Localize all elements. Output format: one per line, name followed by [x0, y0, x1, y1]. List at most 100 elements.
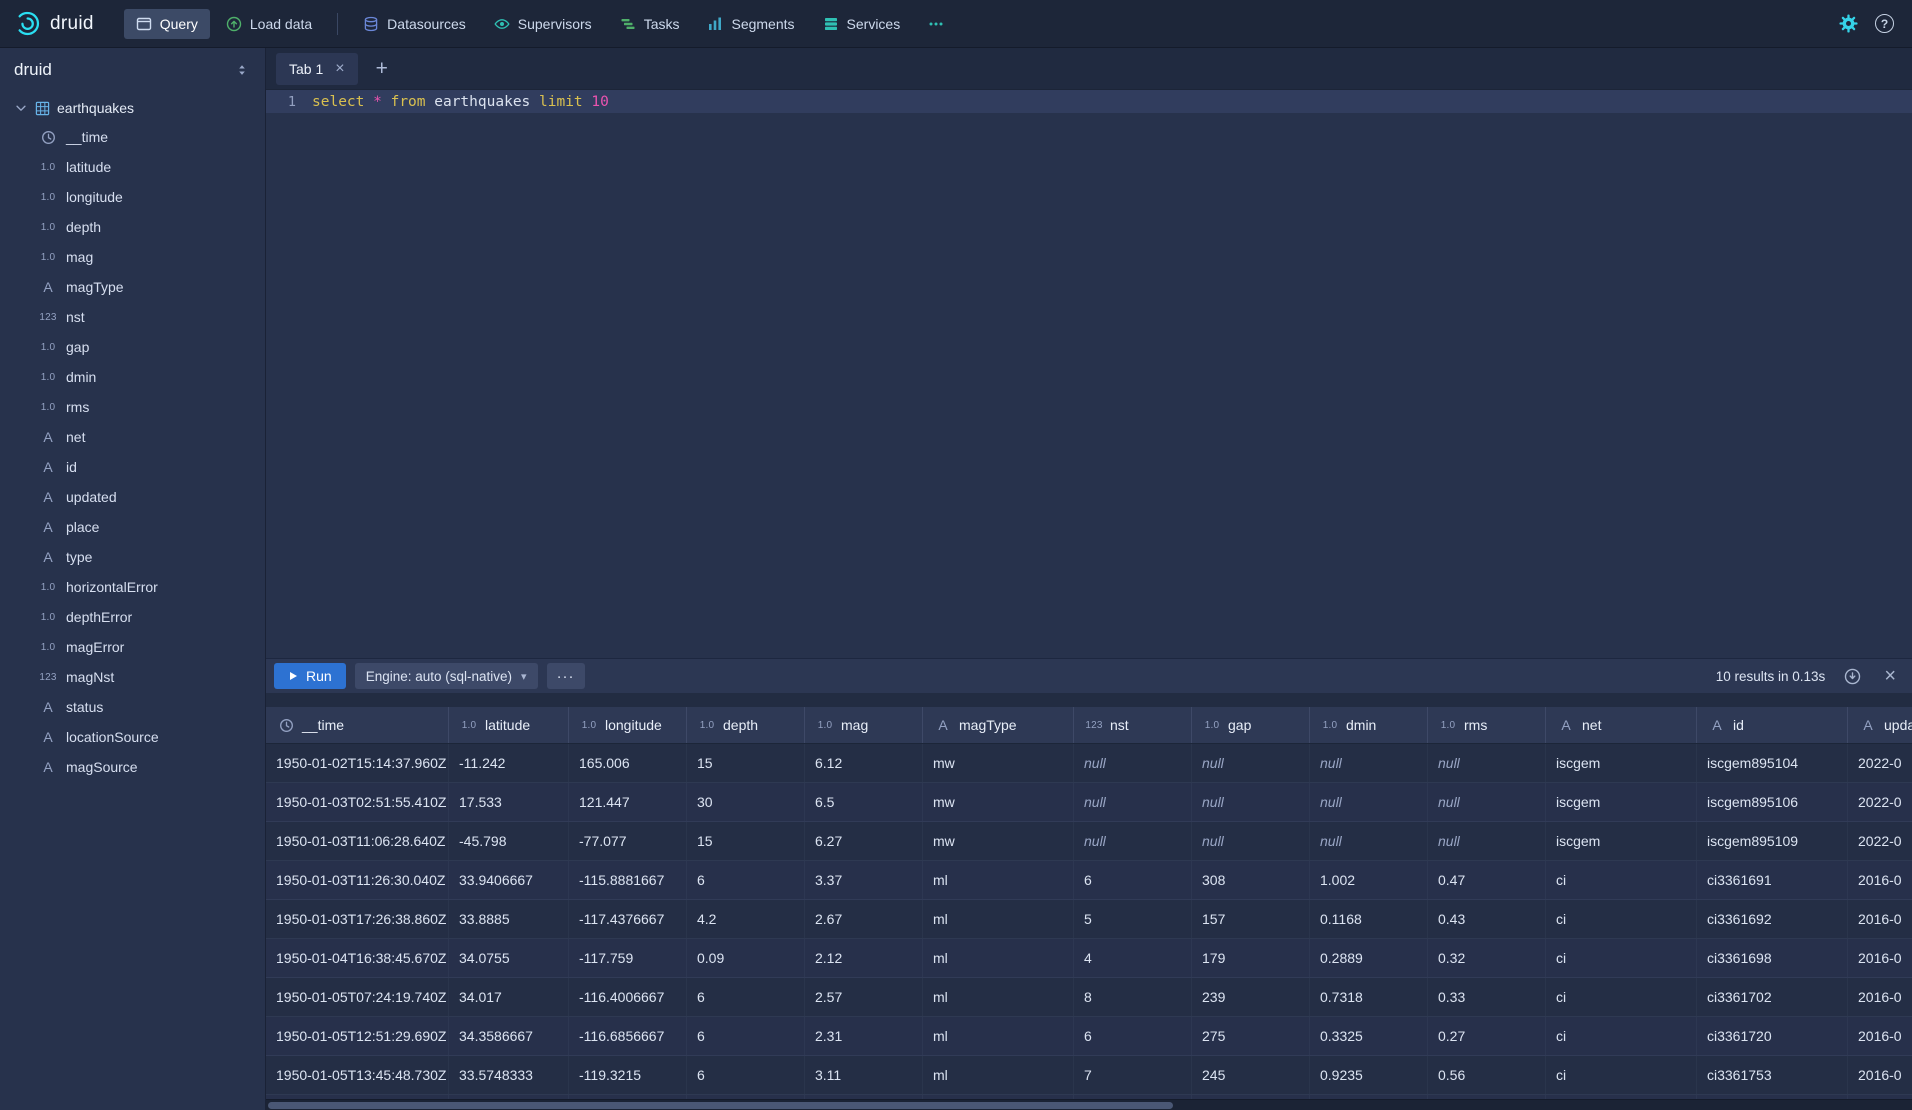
column-item-magError[interactable]: 1.0magError: [0, 632, 265, 662]
close-results-icon[interactable]: ×: [1876, 666, 1904, 686]
table-cell[interactable]: 4.2: [687, 900, 805, 938]
table-cell[interactable]: 0.47: [1428, 861, 1546, 899]
nav-item-load-data[interactable]: Load data: [214, 9, 324, 39]
table-cell[interactable]: null: [1192, 744, 1310, 782]
table-cell[interactable]: -77.077: [569, 822, 687, 860]
column-header-rms[interactable]: 1.0rms: [1428, 707, 1546, 743]
table-cell[interactable]: 2016-0: [1848, 939, 1912, 977]
table-cell[interactable]: 2022-0: [1848, 744, 1912, 782]
table-cell[interactable]: 1950-01-03T02:51:55.410Z: [266, 783, 449, 821]
table-cell[interactable]: -116.6856667: [569, 1017, 687, 1055]
table-cell[interactable]: 2022-0: [1848, 783, 1912, 821]
table-cell[interactable]: 5: [1074, 900, 1192, 938]
table-cell[interactable]: 33.8885: [449, 900, 569, 938]
table-cell[interactable]: 0.56: [1428, 1056, 1546, 1094]
table-cell[interactable]: 2016-0: [1848, 900, 1912, 938]
table-cell[interactable]: 0.43: [1428, 900, 1546, 938]
column-header-__time[interactable]: __time: [266, 707, 449, 743]
table-cell[interactable]: null: [1192, 783, 1310, 821]
table-cell[interactable]: 6: [687, 861, 805, 899]
table-cell[interactable]: null: [1428, 783, 1546, 821]
table-cell[interactable]: null: [1310, 822, 1428, 860]
table-cell[interactable]: iscgem: [1546, 744, 1697, 782]
column-item-magNst[interactable]: 123magNst: [0, 662, 265, 692]
table-cell[interactable]: 1950-01-02T15:14:37.960Z: [266, 744, 449, 782]
column-item-gap[interactable]: 1.0gap: [0, 332, 265, 362]
table-cell[interactable]: 6.12: [805, 744, 923, 782]
table-cell[interactable]: ci3361720: [1697, 1017, 1848, 1055]
table-cell[interactable]: iscgem895104: [1697, 744, 1848, 782]
column-item-net[interactable]: Anet: [0, 422, 265, 452]
table-cell[interactable]: iscgem895109: [1697, 822, 1848, 860]
table-cell[interactable]: 1950-01-05T13:45:48.730Z: [266, 1056, 449, 1094]
table-cell[interactable]: -45.798: [449, 822, 569, 860]
table-cell[interactable]: ci3361692: [1697, 900, 1848, 938]
table-cell[interactable]: 239: [1192, 978, 1310, 1016]
nav-item-services[interactable]: Services: [811, 9, 913, 39]
druid-logo[interactable]: druid: [14, 10, 94, 37]
table-cell[interactable]: 2016-0: [1848, 1056, 1912, 1094]
column-item-nst[interactable]: 123nst: [0, 302, 265, 332]
column-item-depthError[interactable]: 1.0depthError: [0, 602, 265, 632]
column-item-magType[interactable]: AmagType: [0, 272, 265, 302]
table-cell[interactable]: 34.017: [449, 978, 569, 1016]
table-cell[interactable]: 1950-01-03T17:26:38.860Z: [266, 900, 449, 938]
table-cell[interactable]: -116.4006667: [569, 978, 687, 1016]
column-header-net[interactable]: Anet: [1546, 707, 1697, 743]
table-cell[interactable]: ml: [923, 861, 1074, 899]
table-cell[interactable]: 0.1168: [1310, 900, 1428, 938]
table-cell[interactable]: 0.32: [1428, 939, 1546, 977]
table-cell[interactable]: 0.9235: [1310, 1056, 1428, 1094]
table-cell[interactable]: mw: [923, 822, 1074, 860]
column-item-depth[interactable]: 1.0depth: [0, 212, 265, 242]
column-header-longitude[interactable]: 1.0longitude: [569, 707, 687, 743]
table-cell[interactable]: 165.006: [569, 744, 687, 782]
table-cell[interactable]: 33.5748333: [449, 1056, 569, 1094]
table-cell[interactable]: null: [1428, 822, 1546, 860]
table-cell[interactable]: iscgem895106: [1697, 783, 1848, 821]
table-cell[interactable]: 179: [1192, 939, 1310, 977]
table-cell[interactable]: ml: [923, 1017, 1074, 1055]
table-cell[interactable]: 1950-01-04T16:38:45.670Z: [266, 939, 449, 977]
nav-item-segments[interactable]: Segments: [695, 9, 806, 39]
table-cell[interactable]: null: [1074, 822, 1192, 860]
table-cell[interactable]: 2016-0: [1848, 1017, 1912, 1055]
table-cell[interactable]: -115.8881667: [569, 861, 687, 899]
column-item-rms[interactable]: 1.0rms: [0, 392, 265, 422]
column-item-longitude[interactable]: 1.0longitude: [0, 182, 265, 212]
column-item-horizontalError[interactable]: 1.0horizontalError: [0, 572, 265, 602]
sql-editor[interactable]: 1 select * from earthquakes limit 10: [266, 90, 1912, 658]
table-cell[interactable]: 3.11: [805, 1056, 923, 1094]
column-item-locationSource[interactable]: AlocationSource: [0, 722, 265, 752]
table-cell[interactable]: 8: [1074, 978, 1192, 1016]
table-cell[interactable]: 2.57: [805, 978, 923, 1016]
schema-selector[interactable]: druid: [0, 48, 265, 92]
table-cell[interactable]: ci: [1546, 939, 1697, 977]
table-cell[interactable]: 1.002: [1310, 861, 1428, 899]
table-cell[interactable]: iscgem: [1546, 822, 1697, 860]
tab-tab1[interactable]: Tab 1 ×: [276, 53, 358, 85]
table-cell[interactable]: 17.533: [449, 783, 569, 821]
table-cell[interactable]: 0.27: [1428, 1017, 1546, 1055]
table-cell[interactable]: 15: [687, 744, 805, 782]
column-item-magSource[interactable]: AmagSource: [0, 752, 265, 782]
table-cell[interactable]: 34.3586667: [449, 1017, 569, 1055]
column-header-mag[interactable]: 1.0mag: [805, 707, 923, 743]
table-cell[interactable]: 6: [1074, 1017, 1192, 1055]
table-cell[interactable]: ci3361691: [1697, 861, 1848, 899]
table-cell[interactable]: ci3361698: [1697, 939, 1848, 977]
tab-close-icon[interactable]: ×: [335, 61, 344, 77]
table-cell[interactable]: 6: [687, 978, 805, 1016]
table-cell[interactable]: ci: [1546, 900, 1697, 938]
help-icon[interactable]: ?: [1875, 14, 1894, 33]
table-cell[interactable]: 6.27: [805, 822, 923, 860]
table-cell[interactable]: 7: [1074, 1056, 1192, 1094]
table-cell[interactable]: 0.3325: [1310, 1017, 1428, 1055]
table-cell[interactable]: 2.67: [805, 900, 923, 938]
scrollbar-thumb[interactable]: [268, 1102, 1173, 1109]
table-cell[interactable]: 308: [1192, 861, 1310, 899]
table-cell[interactable]: ml: [923, 939, 1074, 977]
column-item-place[interactable]: Aplace: [0, 512, 265, 542]
column-header-nst[interactable]: 123nst: [1074, 707, 1192, 743]
table-cell[interactable]: 2.31: [805, 1017, 923, 1055]
